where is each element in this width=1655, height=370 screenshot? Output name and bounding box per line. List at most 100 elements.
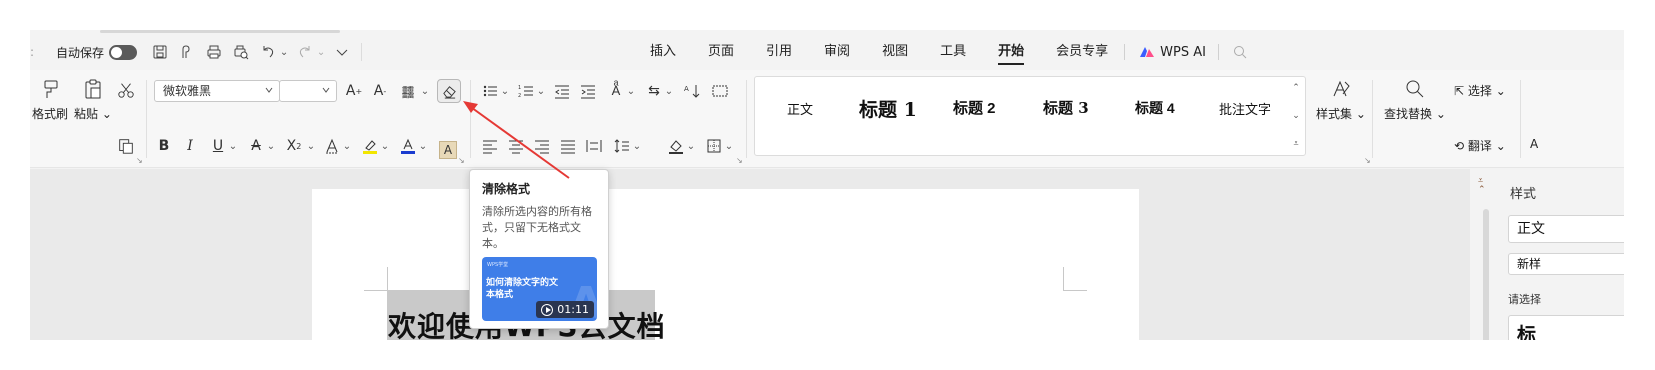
- style-heading-3[interactable]: 标题 3: [1043, 97, 1089, 118]
- chevron-down-icon[interactable]: ⌄: [420, 81, 430, 101]
- tab-insert[interactable]: 插入: [650, 35, 676, 69]
- copy-icon[interactable]: [116, 136, 136, 156]
- bold-icon[interactable]: B: [154, 136, 174, 156]
- paste-button[interactable]: 粘贴 ⌄: [74, 78, 112, 122]
- new-style-button[interactable]: 新样: [1508, 253, 1624, 275]
- more-ribbon-item[interactable]: A: [1530, 137, 1538, 151]
- tab-member[interactable]: 会员专享: [1056, 35, 1108, 69]
- undo-icon[interactable]: [257, 41, 279, 63]
- chevron-down-icon[interactable]: ⌄: [266, 136, 276, 156]
- video-duration[interactable]: 01:11: [536, 301, 594, 318]
- tab-references[interactable]: 引用: [766, 35, 792, 69]
- font-size-select[interactable]: [279, 80, 337, 102]
- text-direction-icon[interactable]: ⇆: [644, 81, 664, 101]
- style-heading-2[interactable]: 标题 2: [953, 97, 996, 118]
- tab-review[interactable]: 审阅: [824, 35, 850, 69]
- distributed-align-icon[interactable]: [584, 136, 604, 156]
- style-comment-text[interactable]: 批注文字: [1219, 99, 1271, 118]
- align-left-icon[interactable]: [480, 136, 500, 156]
- highlight-icon[interactable]: [360, 136, 380, 156]
- redo-dropdown-icon[interactable]: ⌄: [316, 42, 326, 62]
- chevron-down-icon[interactable]: ⌄: [418, 136, 428, 156]
- font-color-icon[interactable]: [398, 136, 418, 156]
- align-right-icon[interactable]: [532, 136, 552, 156]
- style-normal[interactable]: 正文: [787, 99, 813, 118]
- shrink-font-icon[interactable]: A-: [370, 81, 390, 101]
- current-style-box[interactable]: 正文: [1508, 215, 1624, 243]
- expand-gallery-icon[interactable]: ⩡: [1293, 139, 1298, 149]
- clipboard-launcher-icon[interactable]: ↘: [136, 156, 143, 165]
- line-spacing-icon[interactable]: [612, 136, 632, 156]
- clear-formatting-tooltip: 清除格式 清除所选内容的所有格式，只留下无格式文本。 A WPS学堂 如何清除文…: [469, 169, 609, 329]
- more-chevron-icon[interactable]: [331, 41, 353, 63]
- styles-scroll[interactable]: ⌃ ⌄ ⩡: [1291, 83, 1301, 149]
- save-icon[interactable]: [149, 41, 171, 63]
- style-heading-1[interactable]: 标题 1: [859, 95, 917, 122]
- panel-scrollbar[interactable]: [1483, 209, 1489, 340]
- redo-icon[interactable]: [294, 41, 316, 63]
- styles-launcher-icon[interactable]: ↘: [1364, 156, 1371, 165]
- numbered-list-icon[interactable]: 12: [516, 81, 536, 101]
- divider: [146, 80, 147, 158]
- chevron-down-icon[interactable]: ⌄: [228, 136, 238, 156]
- tab-view[interactable]: 视图: [882, 35, 908, 69]
- show-marks-icon[interactable]: [710, 81, 730, 101]
- decrease-indent-icon[interactable]: [552, 81, 572, 101]
- tab-tools[interactable]: 工具: [940, 35, 966, 69]
- scroll-down-icon[interactable]: ⌄: [1292, 111, 1300, 121]
- find-replace-button[interactable]: 查找替换 ⌄: [1384, 78, 1446, 122]
- tooltip-video[interactable]: A WPS学堂 如何清除文字的文本格式 01:11: [482, 257, 597, 321]
- chevron-down-icon[interactable]: ⌄: [342, 136, 352, 156]
- text-effect-icon[interactable]: [322, 136, 342, 156]
- underline-icon[interactable]: U: [208, 136, 228, 156]
- sort-icon[interactable]: A: [682, 81, 702, 101]
- font-launcher-icon[interactable]: ↘: [458, 156, 465, 165]
- bullet-list-icon[interactable]: [480, 81, 500, 101]
- document-page[interactable]: 欢迎使用WPS云文档: [312, 189, 1139, 340]
- chevron-down-icon[interactable]: ⌄: [536, 81, 546, 101]
- superscript-icon[interactable]: X2: [284, 136, 304, 156]
- chevron-down-icon[interactable]: ⌄: [724, 136, 734, 156]
- italic-icon[interactable]: I: [180, 136, 200, 156]
- wps-ai-button[interactable]: WPS AI: [1139, 45, 1206, 60]
- tab-home[interactable]: 开始: [998, 35, 1025, 69]
- print-icon[interactable]: [203, 41, 225, 63]
- tab-page[interactable]: 页面: [708, 35, 734, 69]
- strikethrough-icon[interactable]: A: [246, 136, 266, 156]
- justify-icon[interactable]: [558, 136, 578, 156]
- grow-font-icon[interactable]: A +: [344, 81, 364, 101]
- clear-formatting-button[interactable]: [437, 79, 461, 103]
- translate-button[interactable]: ⟲ 翻译 ⌄: [1454, 137, 1506, 154]
- phonetic-guide-icon[interactable]: 䨻: [398, 81, 418, 101]
- style-heading-4[interactable]: 标题 4: [1135, 98, 1175, 118]
- chevron-down-icon[interactable]: ⌄: [632, 136, 642, 156]
- align-center-icon[interactable]: [506, 136, 526, 156]
- paragraph-shading-icon[interactable]: [666, 136, 686, 156]
- autosave-toggle[interactable]: [109, 44, 138, 60]
- export-pdf-icon[interactable]: [176, 41, 198, 63]
- style-set-button[interactable]: 样式集 ⌄: [1316, 78, 1366, 122]
- borders-icon[interactable]: [704, 136, 724, 156]
- style-preview[interactable]: 标: [1508, 315, 1624, 340]
- undo-dropdown-icon[interactable]: ⌄: [279, 42, 289, 62]
- svg-text:1: 1: [518, 85, 521, 91]
- grip-icon: :: [30, 45, 35, 59]
- paragraph-launcher-icon[interactable]: ↘: [736, 156, 743, 165]
- chevron-down-icon[interactable]: ⌄: [626, 81, 636, 101]
- chevron-down-icon[interactable]: ⌄: [686, 136, 696, 156]
- select-button[interactable]: ⇱ 选择 ⌄: [1454, 82, 1506, 99]
- print-preview-icon[interactable]: [230, 41, 252, 63]
- change-case-icon[interactable]: Aͣ: [606, 81, 626, 101]
- scroll-up-icon[interactable]: ⌃: [1292, 83, 1300, 93]
- chevron-down-icon[interactable]: ⌄: [306, 136, 316, 156]
- character-shading-icon[interactable]: A: [439, 141, 457, 159]
- font-name-select[interactable]: 微软雅黑: [154, 80, 280, 102]
- cut-icon[interactable]: [116, 80, 136, 100]
- chevron-down-icon[interactable]: ⌄: [664, 81, 674, 101]
- panel-collapse-icon[interactable]: ⩡ ⌃: [1478, 177, 1486, 195]
- search-icon[interactable]: [1233, 45, 1247, 59]
- format-painter-button[interactable]: 格式刷: [32, 78, 68, 122]
- increase-indent-icon[interactable]: [578, 81, 598, 101]
- chevron-down-icon[interactable]: ⌄: [380, 136, 390, 156]
- chevron-down-icon[interactable]: ⌄: [500, 81, 510, 101]
